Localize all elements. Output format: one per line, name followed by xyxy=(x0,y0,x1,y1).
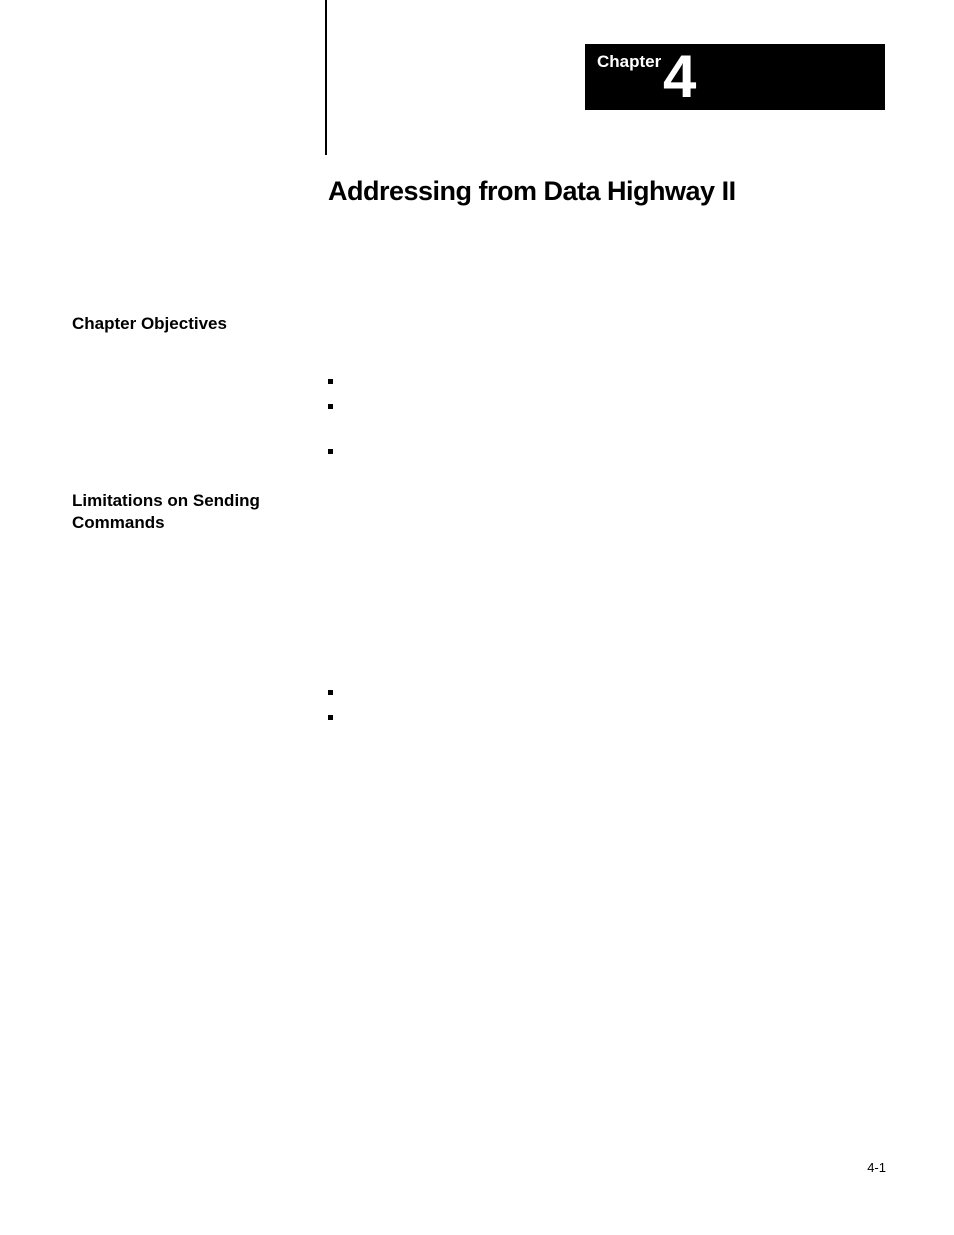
bullet-icon xyxy=(328,379,333,384)
chapter-banner: Chapter 4 xyxy=(585,44,885,110)
section-heading-limitations: Limitations on Sending Commands xyxy=(72,490,272,534)
divider-rule xyxy=(325,0,327,155)
chapter-number: 4 xyxy=(663,44,696,110)
bullet-icon xyxy=(328,690,333,695)
page-title: Addressing from Data Highway II xyxy=(328,176,736,207)
bullet-icon xyxy=(328,715,333,720)
section-heading-objectives: Chapter Objectives xyxy=(72,314,227,334)
bullet-icon xyxy=(328,449,333,454)
page-number: 4-1 xyxy=(867,1160,886,1175)
bullet-icon xyxy=(328,404,333,409)
chapter-label: Chapter xyxy=(597,52,661,72)
